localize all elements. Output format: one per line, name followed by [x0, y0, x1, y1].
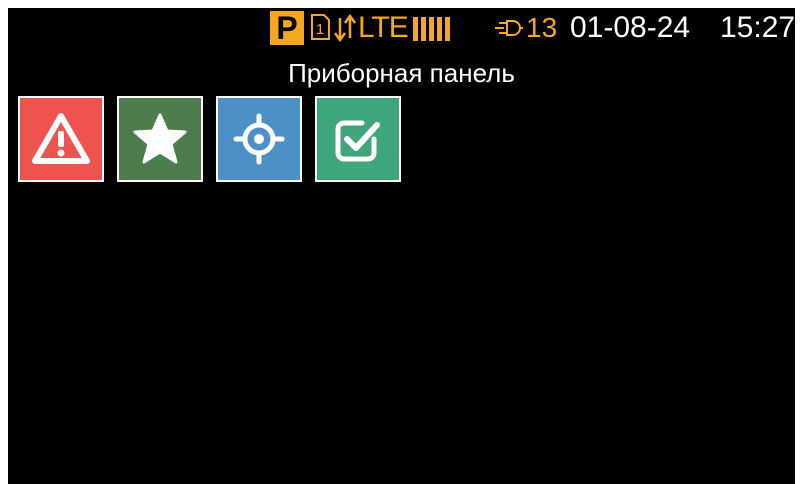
page-title: Приборная панель	[288, 58, 515, 88]
signal-bar	[413, 17, 418, 41]
plug-icon	[495, 19, 523, 37]
screen: P 1 LTE 13 01-08-24 15:27 Приборная пане…	[8, 8, 795, 484]
sim-slot-number: 1	[316, 21, 324, 38]
profile-badge: P	[270, 10, 304, 46]
sim-card-icon: 1	[310, 14, 330, 40]
status-bar: P 1 LTE 13 01-08-24 15:27	[8, 8, 795, 48]
location-tile[interactable]	[216, 96, 302, 182]
connection-count: 13	[526, 12, 558, 43]
tasks-tile[interactable]	[315, 96, 401, 182]
date-label: 01-08-24	[570, 11, 691, 44]
signal-bar	[429, 17, 434, 41]
warning-icon	[32, 113, 90, 164]
signal-bar	[421, 17, 426, 41]
favorites-tile[interactable]	[117, 96, 203, 182]
checkbox-icon	[335, 120, 380, 162]
alert-tile[interactable]	[18, 96, 104, 182]
star-icon	[133, 113, 187, 164]
crosshair-icon	[233, 113, 285, 165]
signal-bar	[445, 17, 450, 41]
network-type-label: LTE	[358, 11, 409, 44]
time-label: 15:27	[720, 11, 795, 44]
data-transfer-icon	[334, 14, 356, 42]
signal-bar	[437, 17, 442, 41]
signal-bars-icon	[413, 17, 450, 41]
